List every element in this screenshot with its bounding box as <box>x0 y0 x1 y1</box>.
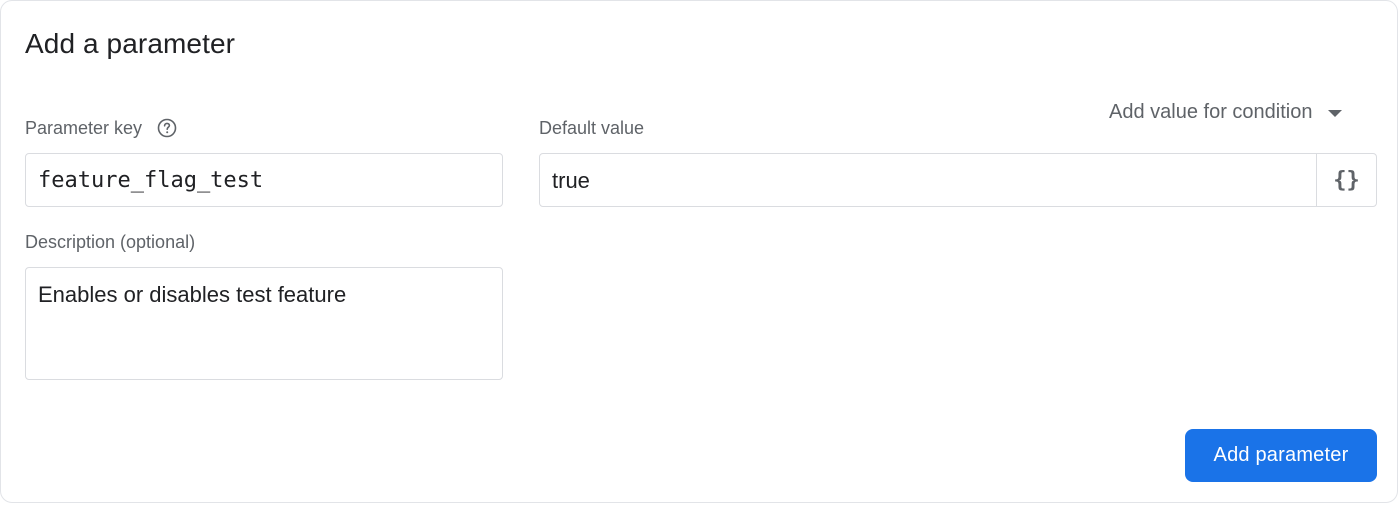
default-value-label: Default value <box>539 118 645 138</box>
json-editor-button[interactable]: {} <box>1316 154 1376 206</box>
parameter-key-value: feature_flag_test <box>38 168 264 193</box>
condition-dropdown-label: Add value for condition <box>1109 101 1313 123</box>
add-value-for-condition-dropdown[interactable]: Add value for condition <box>1109 101 1343 124</box>
dialog-title: Add a parameter <box>25 28 236 59</box>
default-value-input[interactable]: true {} <box>539 153 1377 207</box>
help-icon[interactable] <box>157 118 177 138</box>
parameter-key-label: Parameter key <box>25 118 143 138</box>
parameter-key-input[interactable]: feature_flag_test <box>25 153 503 207</box>
add-parameter-button[interactable]: Add parameter <box>1185 429 1377 482</box>
description-label: Description (optional) <box>25 232 196 252</box>
add-parameter-dialog: Add a parameter Parameter key feature_fl… <box>0 0 1398 503</box>
description-textarea[interactable]: Enables or disables test feature <box>25 267 503 380</box>
arrow-drop-down-icon <box>1328 110 1343 117</box>
description-value: Enables or disables test feature <box>38 282 347 307</box>
default-value-value: true <box>552 168 590 193</box>
